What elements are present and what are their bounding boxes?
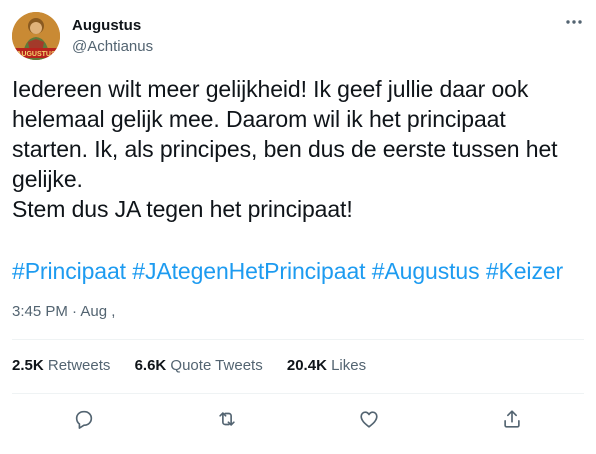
divider <box>12 393 584 394</box>
tweet-text-line: Stem dus JA tegen het principaat! <box>12 196 353 222</box>
hashtag-row: #Principaat #JAtegenHetPrincipaat #Augus… <box>12 256 592 286</box>
author-block: Augustus @Achtianus <box>72 17 153 57</box>
author-handle[interactable]: @Achtianus <box>72 37 153 57</box>
hashtag-link[interactable]: #Principaat <box>12 258 126 284</box>
more-horizontal-icon <box>566 20 582 24</box>
share-icon <box>504 410 520 428</box>
retweet-icon <box>219 412 235 426</box>
share-button[interactable] <box>495 402 529 436</box>
tweet-text-line: starten. Ik, als principes, ben dus de e… <box>12 136 558 162</box>
hashtag-link[interactable]: #JAtegenHetPrincipaat <box>132 258 365 284</box>
avatar[interactable]: AUGUSTUS <box>12 12 60 60</box>
hashtag-link[interactable]: #Augustus <box>372 258 480 284</box>
quote-tweets-count: 6.6K <box>134 357 167 374</box>
retweets-stat[interactable]: 2.5K Retweets <box>12 356 110 376</box>
heart-icon <box>360 411 378 428</box>
quote-tweets-stat[interactable]: 6.6K Quote Tweets <box>135 356 263 376</box>
tweet-text-line: helemaal gelijk mee. Daarom wil ik het p… <box>12 106 506 132</box>
hashtag-link[interactable]: #Keizer <box>486 258 563 284</box>
retweets-count: 2.5K <box>12 357 44 374</box>
likes-stat[interactable]: 20.4K Likes <box>287 356 366 376</box>
tweet-timestamp[interactable]: 3:45 PM · Aug , <box>12 302 115 322</box>
tweet-text: Iedereen wilt meer gelijkheid! Ik geef j… <box>12 74 584 224</box>
like-button[interactable] <box>352 402 386 436</box>
retweets-label: Retweets <box>47 357 111 374</box>
tweet-text-line: Iedereen wilt meer gelijkheid! Ik geef j… <box>12 76 529 102</box>
retweet-button[interactable] <box>210 402 244 436</box>
avatar-image: AUGUSTUS <box>12 12 60 60</box>
author-display-name[interactable]: Augustus <box>72 17 153 35</box>
more-button[interactable] <box>562 12 586 32</box>
likes-count: 20.4K <box>286 357 327 374</box>
engagement-stats: 2.5K Retweets 6.6K Quote Tweets 20.4K Li… <box>12 356 386 376</box>
reply-button[interactable] <box>67 402 101 436</box>
reply-icon <box>75 410 93 429</box>
tweet-card: AUGUSTUS Augustus @Achtianus Iedereen wi… <box>0 0 596 454</box>
quote-tweets-label: Quote Tweets <box>170 357 263 374</box>
likes-label: Likes <box>331 357 367 374</box>
avatar-caption: AUGUSTUS <box>16 51 56 58</box>
divider <box>12 339 584 340</box>
tweet-text-line: gelijke. <box>12 166 83 192</box>
